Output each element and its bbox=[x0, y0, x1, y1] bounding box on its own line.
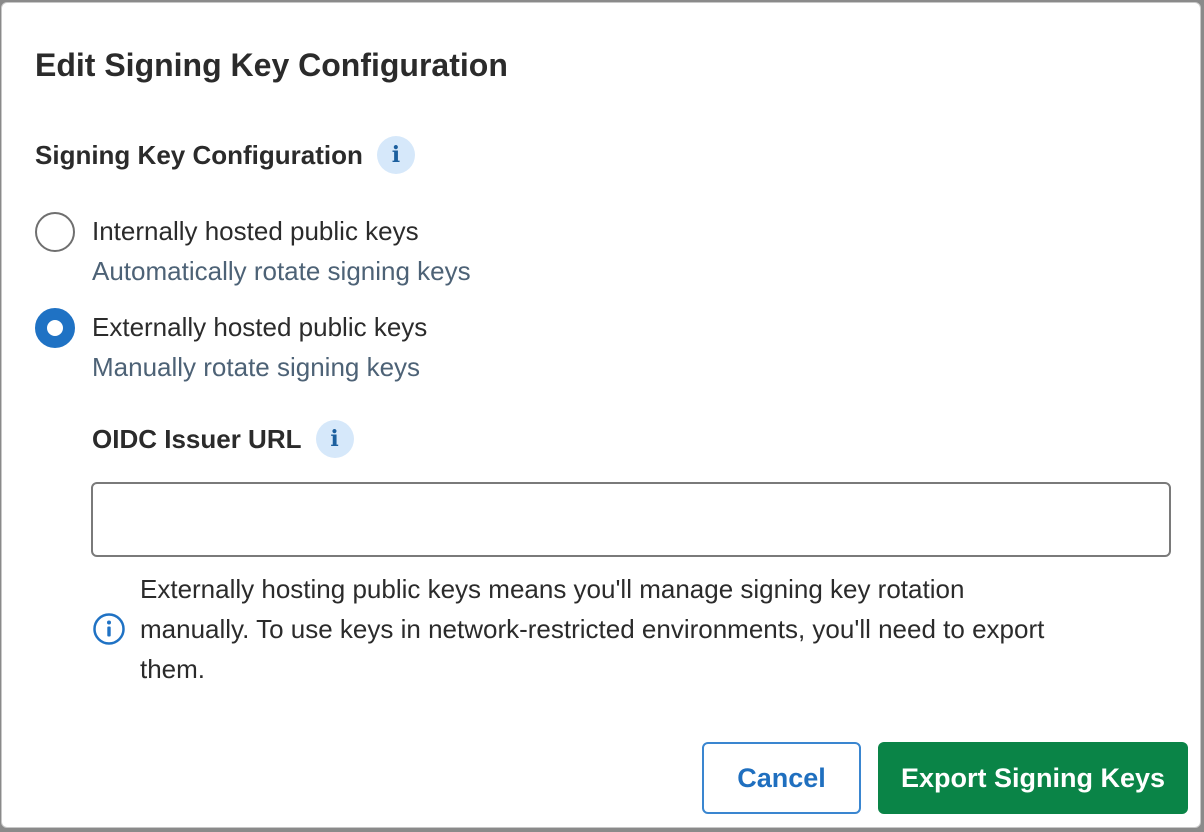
help-text: Externally hosting public keys means you… bbox=[140, 574, 1045, 684]
radio-description: Automatically rotate signing keys bbox=[92, 256, 471, 286]
radio-title: Internally hosted public keys bbox=[92, 216, 419, 246]
radio-title: Externally hosted public keys bbox=[92, 312, 428, 342]
section-label: Signing Key Configuration bbox=[35, 140, 363, 170]
signing-key-config-label-row: Signing Key Configuration i bbox=[35, 136, 415, 174]
dialog-title: Edit Signing Key Configuration bbox=[35, 47, 508, 83]
radio-externally-hosted-text: Externally hosted public keys Manually r… bbox=[92, 308, 427, 386]
export-signing-keys-button[interactable]: Export Signing Keys bbox=[878, 742, 1188, 814]
info-icon[interactable]: i bbox=[376, 136, 415, 174]
radio-externally-hosted[interactable]: Externally hosted public keys Manually r… bbox=[35, 308, 427, 386]
radio-description: Manually rotate signing keys bbox=[92, 352, 421, 382]
help-message: Externally hosting public keys means you… bbox=[92, 569, 1092, 689]
info-icon[interactable]: i bbox=[315, 420, 354, 458]
cancel-button[interactable]: Cancel bbox=[702, 742, 861, 814]
info-circle-icon bbox=[93, 613, 125, 645]
oidc-issuer-url-label: OIDC Issuer URL bbox=[92, 424, 302, 454]
oidc-label-row: OIDC Issuer URL i bbox=[92, 420, 354, 458]
edit-signing-key-dialog: Edit Signing Key Configuration Signing K… bbox=[1, 2, 1201, 828]
oidc-issuer-url-input[interactable] bbox=[91, 482, 1171, 557]
radio-button-unchecked[interactable] bbox=[35, 212, 75, 252]
radio-internally-hosted-text: Internally hosted public keys Automatica… bbox=[92, 212, 471, 290]
radio-internally-hosted[interactable]: Internally hosted public keys Automatica… bbox=[35, 212, 471, 290]
radio-button-checked[interactable] bbox=[35, 308, 75, 348]
